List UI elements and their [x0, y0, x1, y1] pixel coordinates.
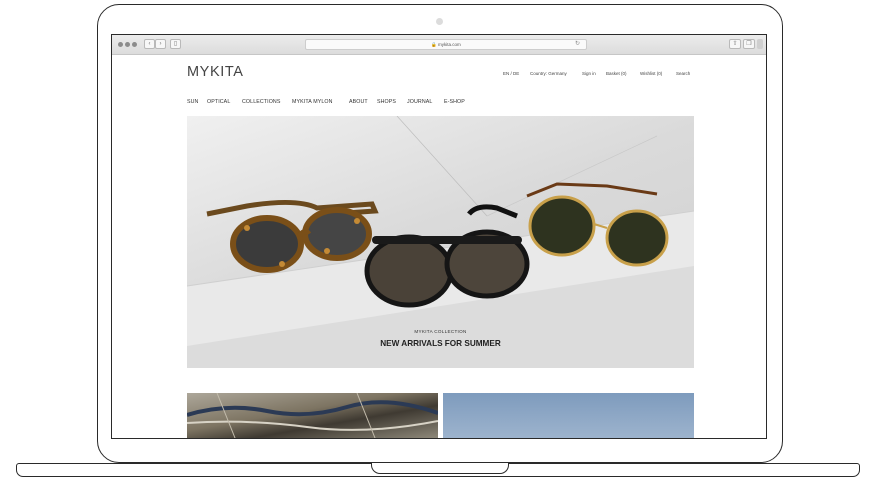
- nav-about[interactable]: ABOUT: [349, 99, 368, 105]
- forward-icon[interactable]: ›: [155, 39, 166, 49]
- lock-icon: 🔒: [431, 42, 437, 47]
- close-window-icon[interactable]: [118, 42, 123, 47]
- new-tab-icon[interactable]: [757, 39, 763, 49]
- nav-collections[interactable]: COLLECTIONS: [242, 99, 280, 105]
- country-selector[interactable]: Country: Germany: [530, 71, 567, 76]
- basket-link[interactable]: Basket (0): [606, 71, 627, 76]
- hero-banner[interactable]: MYKITA COLLECTION NEW ARRIVALS FOR SUMME…: [187, 116, 694, 368]
- wishlist-link[interactable]: Wishlist (0): [640, 71, 662, 76]
- nav-sun[interactable]: SUN: [187, 99, 198, 105]
- tabs-icon[interactable]: ❐: [743, 39, 755, 49]
- tortoise-sunglasses: [206, 199, 379, 273]
- search-link[interactable]: Search: [676, 71, 690, 76]
- hero-title[interactable]: NEW ARRIVALS FOR SUMMER: [187, 339, 694, 348]
- rock-image-tile[interactable]: [187, 393, 438, 438]
- url-text: mykita.com: [438, 42, 461, 47]
- back-icon[interactable]: ‹: [144, 39, 155, 49]
- hero-eyebrow: MYKITA COLLECTION: [414, 329, 467, 334]
- sidebar-icon[interactable]: ▯: [170, 39, 181, 49]
- sky-image-tile[interactable]: [443, 393, 694, 438]
- nav-shops[interactable]: SHOPS: [377, 99, 396, 105]
- screen: ‹ › ▯ 🔒 mykita.com ↻ ⇧ ❐ MYKITA EN / DE …: [111, 34, 767, 439]
- nav-optical[interactable]: OPTICAL: [207, 99, 230, 105]
- nav-journal[interactable]: JOURNAL: [407, 99, 432, 105]
- share-icon[interactable]: ⇧: [729, 39, 741, 49]
- reload-icon[interactable]: ↻: [575, 40, 580, 49]
- minimize-window-icon[interactable]: [125, 42, 130, 47]
- site-logo[interactable]: MYKITA: [187, 64, 244, 80]
- language-switch[interactable]: EN / DE: [503, 71, 519, 76]
- address-bar[interactable]: 🔒 mykita.com ↻: [305, 39, 587, 50]
- laptop-notch: [371, 463, 509, 474]
- rock-image: [187, 393, 438, 438]
- signin-link[interactable]: Sign in: [582, 71, 596, 76]
- browser-toolbar: ‹ › ▯ 🔒 mykita.com ↻ ⇧ ❐: [112, 35, 766, 55]
- zoom-window-icon[interactable]: [132, 42, 137, 47]
- camera-icon: [436, 18, 443, 25]
- nav-mykita-mylon[interactable]: MYKITA MYLON: [292, 99, 333, 105]
- nav-eshop[interactable]: E-SHOP: [444, 99, 465, 105]
